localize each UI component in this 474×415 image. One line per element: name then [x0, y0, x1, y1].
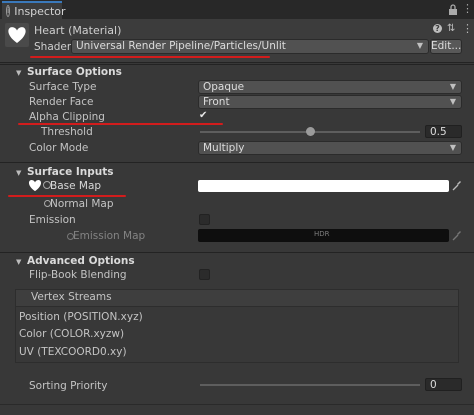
inspector-icon: i — [6, 5, 11, 17]
list-item[interactable]: UV (TEXCOORD0.xy) — [19, 346, 127, 358]
base-map-color-field[interactable] — [198, 180, 449, 192]
help-icon[interactable]: ? — [433, 24, 442, 33]
surface-type-dropdown[interactable]: Opaque ▼ — [198, 80, 462, 94]
foldout-arrow-icon[interactable]: ▼ — [16, 169, 21, 177]
render-face-dropdown[interactable]: Front ▼ — [198, 95, 462, 109]
material-name: Heart (Material) — [34, 24, 122, 37]
alpha-clipping-checkbox[interactable]: ✔ — [199, 110, 207, 121]
shader-annotation-underline — [30, 56, 270, 58]
foldout-arrow-icon[interactable]: ▼ — [16, 69, 21, 77]
chevron-down-icon: ▼ — [416, 41, 423, 50]
bottom-divider — [0, 404, 474, 405]
foldout-arrow-icon[interactable]: ▼ — [16, 258, 21, 266]
surface-inputs-header[interactable]: Surface Inputs — [27, 166, 114, 178]
surface-type-label: Surface Type — [29, 81, 97, 93]
list-item[interactable]: Position (POSITION.xyz) — [19, 311, 143, 323]
sorting-priority-slider-track[interactable] — [200, 384, 420, 386]
chevron-down-icon: ▼ — [449, 82, 456, 91]
chevron-down-icon: ▼ — [449, 143, 456, 152]
divider — [0, 252, 474, 253]
tab-bar — [0, 0, 474, 19]
heart-icon — [8, 27, 26, 43]
alpha-clipping-label: Alpha Clipping — [29, 111, 105, 123]
emission-label: Emission — [29, 214, 76, 226]
chevron-down-icon: ▼ — [449, 97, 456, 106]
threshold-field[interactable]: 0.5 — [425, 125, 462, 138]
hdr-label: HDR — [314, 230, 330, 238]
divider — [0, 162, 474, 163]
render-face-label: Render Face — [29, 96, 94, 108]
sorting-priority-field[interactable]: 0 — [425, 378, 462, 391]
list-item[interactable]: Color (COLOR.xyzw) — [19, 328, 124, 340]
lock-icon[interactable] — [448, 4, 458, 15]
eyedropper-icon[interactable] — [452, 230, 462, 241]
color-mode-dropdown[interactable]: Multiply ▼ — [198, 141, 462, 155]
surface-options-header[interactable]: Surface Options — [27, 66, 122, 78]
edit-shader-button[interactable]: Edit... — [430, 39, 462, 54]
emission-checkbox[interactable] — [199, 214, 210, 225]
divider — [0, 64, 474, 65]
render-face-value: Front — [203, 96, 230, 108]
vertex-streams-title: Vertex Streams — [31, 291, 112, 303]
eyedropper-icon[interactable] — [452, 180, 462, 191]
preset-icon[interactable]: ⇅ — [447, 23, 455, 34]
base-map-label: Base Map — [50, 180, 102, 192]
material-preview — [5, 23, 29, 47]
surface-type-value: Opaque — [203, 81, 245, 93]
flipbook-checkbox[interactable] — [199, 269, 210, 280]
shader-label: Shader — [34, 41, 72, 53]
flipbook-label: Flip-Book Blending — [29, 269, 127, 281]
threshold-slider-handle[interactable] — [306, 127, 315, 136]
emission-map-label: Emission Map — [73, 230, 146, 242]
sorting-priority-label: Sorting Priority — [29, 380, 108, 392]
alpha-clipping-annotation-underline — [18, 123, 223, 125]
shader-dropdown[interactable]: Universal Render Pipeline/Particles/Unli… — [71, 39, 429, 54]
menu-icon[interactable]: ⋮ — [462, 2, 473, 15]
threshold-label: Threshold — [41, 126, 93, 138]
tab-title: Inspector — [14, 4, 66, 18]
advanced-options-header[interactable]: Advanced Options — [27, 255, 135, 267]
heart-icon — [28, 179, 42, 192]
tab-inspector[interactable]: i Inspector — [2, 1, 66, 19]
normal-map-label: Normal Map — [50, 198, 114, 210]
color-mode-value: Multiply — [203, 142, 245, 154]
more-icon[interactable]: ⋮ — [462, 22, 473, 35]
color-mode-label: Color Mode — [29, 142, 89, 154]
shader-value: Universal Render Pipeline/Particles/Unli… — [76, 40, 286, 52]
emission-color-field[interactable]: HDR — [198, 229, 449, 242]
base-map-annotation-underline — [8, 195, 126, 197]
